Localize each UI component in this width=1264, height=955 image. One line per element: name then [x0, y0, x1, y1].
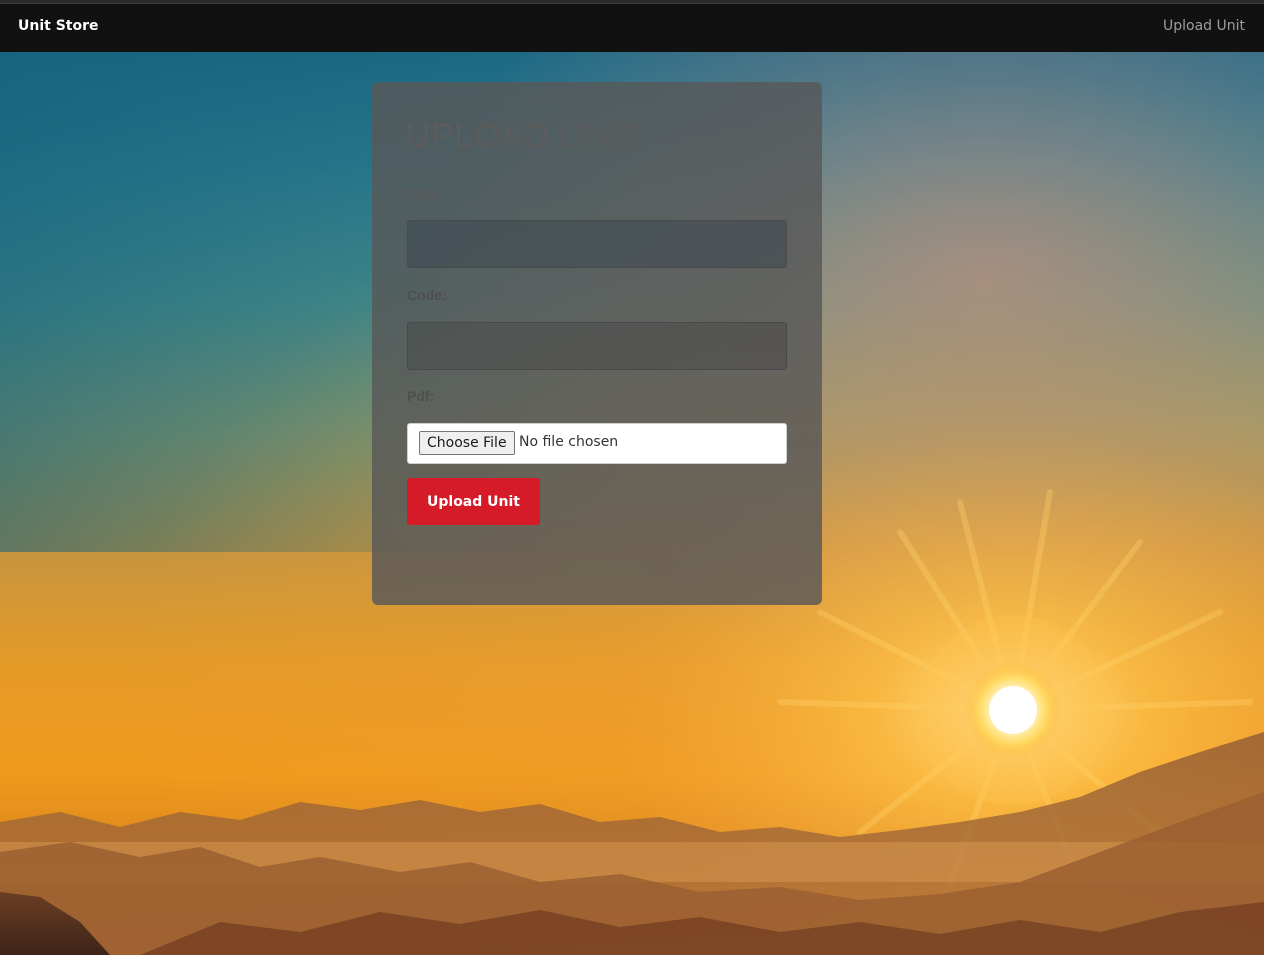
- pdf-label: Pdf:: [407, 388, 435, 404]
- file-status-text: No file chosen: [519, 434, 619, 450]
- nav-upload-unit-link[interactable]: Upload Unit: [1163, 18, 1245, 34]
- panel-title: UPLOAD UNIT: [406, 117, 641, 155]
- title-label: Title:: [407, 186, 441, 202]
- code-label: Code:: [407, 287, 447, 303]
- upload-unit-panel: UPLOAD UNIT Title: Code: Pdf: Choose Fil…: [372, 82, 822, 605]
- choose-file-button[interactable]: Choose File: [419, 431, 515, 455]
- title-input[interactable]: [407, 220, 787, 268]
- upload-unit-button[interactable]: Upload Unit: [407, 478, 540, 525]
- navbar: Unit Store Upload Unit: [0, 4, 1264, 52]
- pdf-file-input[interactable]: Choose File No file chosen: [407, 423, 787, 464]
- code-input[interactable]: [407, 322, 787, 370]
- brand-link[interactable]: Unit Store: [18, 18, 99, 34]
